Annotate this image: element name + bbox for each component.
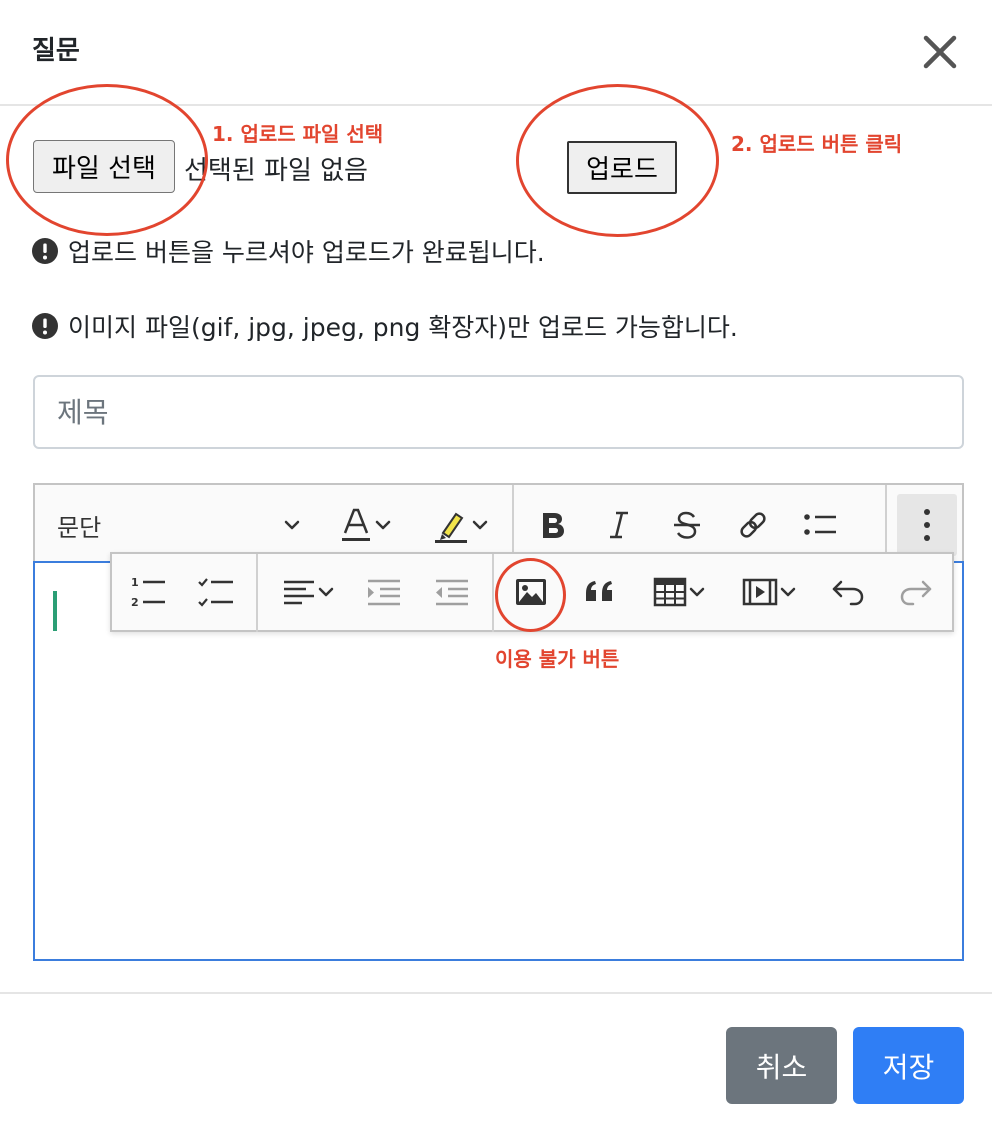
font-color-button[interactable]: [331, 503, 401, 547]
heading-value: 문단: [57, 513, 102, 542]
numbered-list-icon: 12: [131, 576, 165, 609]
block-quote-button[interactable]: [578, 570, 622, 614]
todo-list-button[interactable]: [194, 570, 238, 614]
save-button[interactable]: 저장: [853, 1027, 964, 1104]
notice-image-types-text: 이미지 파일(gif, jpg, jpeg, png 확장자)만 업로드 가능합…: [68, 313, 738, 342]
todo-list-icon: [198, 578, 233, 607]
insert-image-icon: [516, 579, 546, 605]
chevron-down-icon: [284, 520, 300, 530]
numbered-list-button[interactable]: 12: [126, 570, 170, 614]
more-vertical-icon: [924, 509, 930, 541]
toolbar-separator: [256, 554, 258, 632]
outdent-button[interactable]: [430, 570, 474, 614]
upload-button[interactable]: 업로드: [567, 141, 677, 194]
close-icon: [923, 35, 957, 69]
redo-button[interactable]: [894, 570, 938, 614]
toolbar-separator: [492, 554, 494, 632]
file-status-text: 선택된 파일 없음: [184, 156, 368, 186]
link-icon: [740, 512, 766, 538]
chevron-down-icon: [689, 587, 705, 597]
bold-icon: [543, 513, 564, 538]
show-more-items-button[interactable]: [897, 494, 957, 556]
file-select-button[interactable]: 파일 선택: [33, 140, 175, 193]
chevron-down-icon: [375, 520, 391, 530]
exclamation-circle-icon: [32, 238, 58, 264]
text-caret: [53, 591, 57, 631]
align-icon: [284, 580, 314, 605]
undo-button[interactable]: [826, 570, 870, 614]
annotation-step1: 1. 업로드 파일 선택: [212, 122, 384, 146]
outdent-icon: [436, 579, 468, 606]
svg-text:1: 1: [131, 576, 139, 589]
highlight-button[interactable]: [421, 503, 501, 547]
block-quote-icon: [586, 581, 612, 601]
undo-icon: [832, 580, 864, 606]
link-button[interactable]: [731, 503, 775, 547]
bulleted-list-button[interactable]: [798, 503, 842, 547]
alignment-button[interactable]: [274, 570, 344, 614]
annotation-step2: 2. 업로드 버튼 클릭: [731, 132, 903, 156]
title-input[interactable]: [33, 375, 964, 449]
bulleted-list-icon: [804, 514, 836, 535]
highlight-icon: [435, 512, 467, 543]
insert-table-button[interactable]: [644, 570, 716, 614]
notice-image-types: 이미지 파일(gif, jpg, jpeg, png 확장자)만 업로드 가능합…: [32, 308, 738, 344]
chevron-down-icon: [472, 520, 488, 530]
svg-text:2: 2: [131, 596, 139, 609]
insert-media-icon: [742, 578, 778, 606]
italic-icon: [610, 511, 628, 539]
indent-icon: [368, 579, 400, 606]
modal-title: 질문: [32, 36, 80, 66]
annotation-unavailable: 이용 불가 버튼: [495, 647, 620, 671]
redo-icon: [900, 580, 932, 606]
notice-upload-text: 업로드 버튼을 누르셔야 업로드가 완료됩니다.: [68, 238, 545, 267]
chevron-down-icon: [780, 587, 796, 597]
editor-toolbar: 문단: [33, 483, 964, 563]
insert-media-button[interactable]: [734, 570, 806, 614]
strikethrough-icon: [674, 511, 700, 539]
exclamation-circle-icon: [32, 313, 58, 339]
italic-button[interactable]: [597, 503, 641, 547]
indent-button[interactable]: [362, 570, 406, 614]
heading-dropdown[interactable]: 문단: [57, 505, 302, 545]
footer-divider: [0, 992, 992, 994]
strikethrough-button[interactable]: [665, 503, 709, 547]
insert-image-button[interactable]: [509, 570, 553, 614]
toolbar-overflow-panel: 12: [110, 552, 954, 632]
font-color-icon: [342, 508, 370, 541]
cancel-button[interactable]: 취소: [726, 1027, 837, 1104]
chevron-down-icon: [318, 587, 334, 597]
bold-button[interactable]: [531, 503, 575, 547]
modal-header: 질문: [0, 0, 992, 106]
close-button[interactable]: [918, 30, 962, 74]
notice-upload: 업로드 버튼을 누르셔야 업로드가 완료됩니다.: [32, 233, 545, 269]
insert-table-icon: [653, 577, 687, 607]
